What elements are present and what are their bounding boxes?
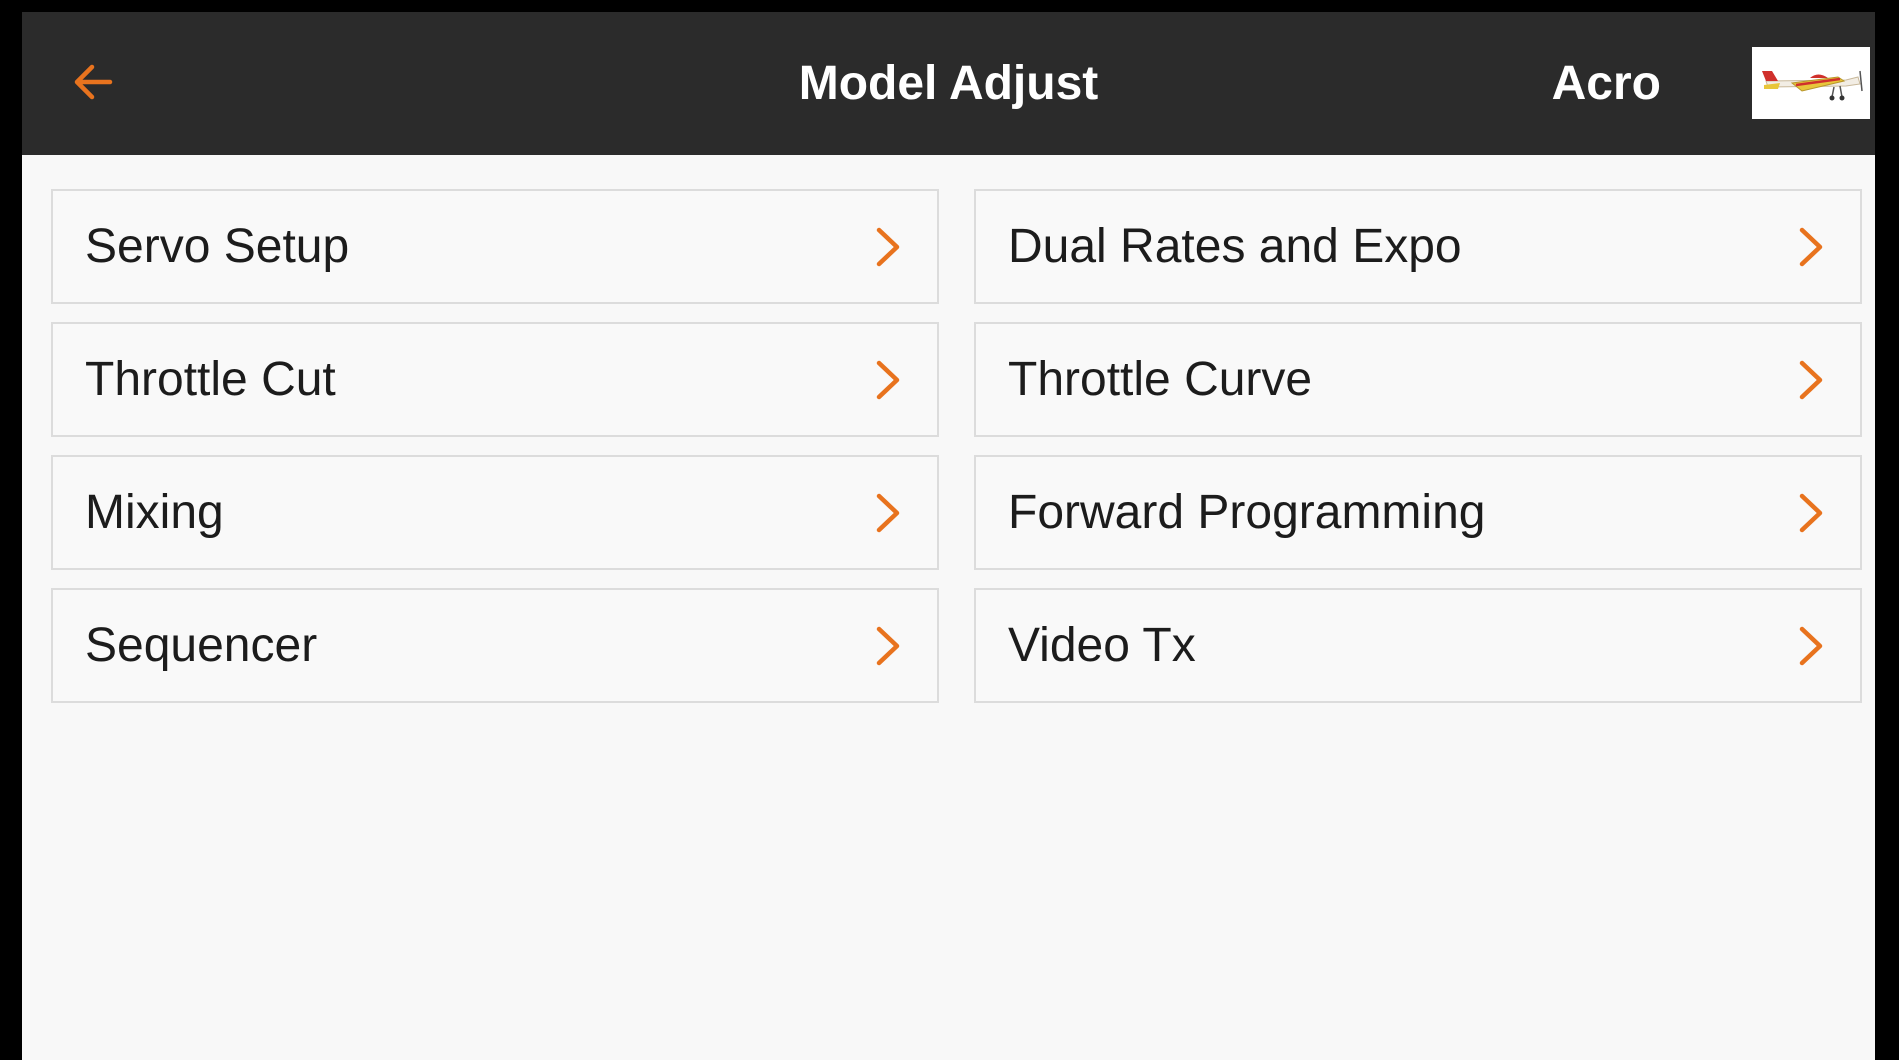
menu-item-forward-programming[interactable]: Forward Programming	[974, 455, 1862, 570]
header-bar: Model Adjust Acro	[22, 12, 1875, 155]
model-name: Acro	[1551, 57, 1661, 110]
menu-item-servo-setup[interactable]: Servo Setup	[51, 189, 939, 304]
menu-item-sequencer[interactable]: Sequencer	[51, 588, 939, 703]
chevron-right-icon	[873, 357, 903, 403]
chevron-right-icon	[873, 224, 903, 270]
menu-item-label: Sequencer	[85, 619, 318, 672]
menu-item-label: Throttle Cut	[85, 353, 336, 406]
menu-item-label: Video Tx	[1008, 619, 1196, 672]
chevron-right-icon	[1796, 357, 1826, 403]
menu-item-label: Throttle Curve	[1008, 353, 1313, 406]
device-screen: Model Adjust Acro Servo Setup Throttle C…	[0, 0, 1899, 1060]
menu-item-label: Mixing	[85, 486, 224, 539]
chevron-right-icon	[873, 623, 903, 669]
airplane-icon	[1762, 70, 1863, 101]
arrow-left-icon	[74, 64, 113, 100]
back-button[interactable]	[64, 50, 128, 114]
chevron-right-icon	[1796, 490, 1826, 536]
menu-item-label: Dual Rates and Expo	[1008, 220, 1462, 273]
menu-item-mixing[interactable]: Mixing	[51, 455, 939, 570]
menu-item-label: Forward Programming	[1008, 486, 1486, 539]
model-thumbnail[interactable]	[1752, 47, 1870, 119]
menu-item-dual-rates-expo[interactable]: Dual Rates and Expo	[974, 189, 1862, 304]
menu-item-throttle-curve[interactable]: Throttle Curve	[974, 322, 1862, 437]
chevron-right-icon	[1796, 224, 1826, 270]
chevron-right-icon	[1796, 623, 1826, 669]
menu-item-label: Servo Setup	[85, 220, 350, 273]
app-window: Model Adjust Acro Servo Setup Throttle C…	[22, 12, 1875, 1060]
menu-item-throttle-cut[interactable]: Throttle Cut	[51, 322, 939, 437]
chevron-right-icon	[873, 490, 903, 536]
menu-item-video-tx[interactable]: Video Tx	[974, 588, 1862, 703]
